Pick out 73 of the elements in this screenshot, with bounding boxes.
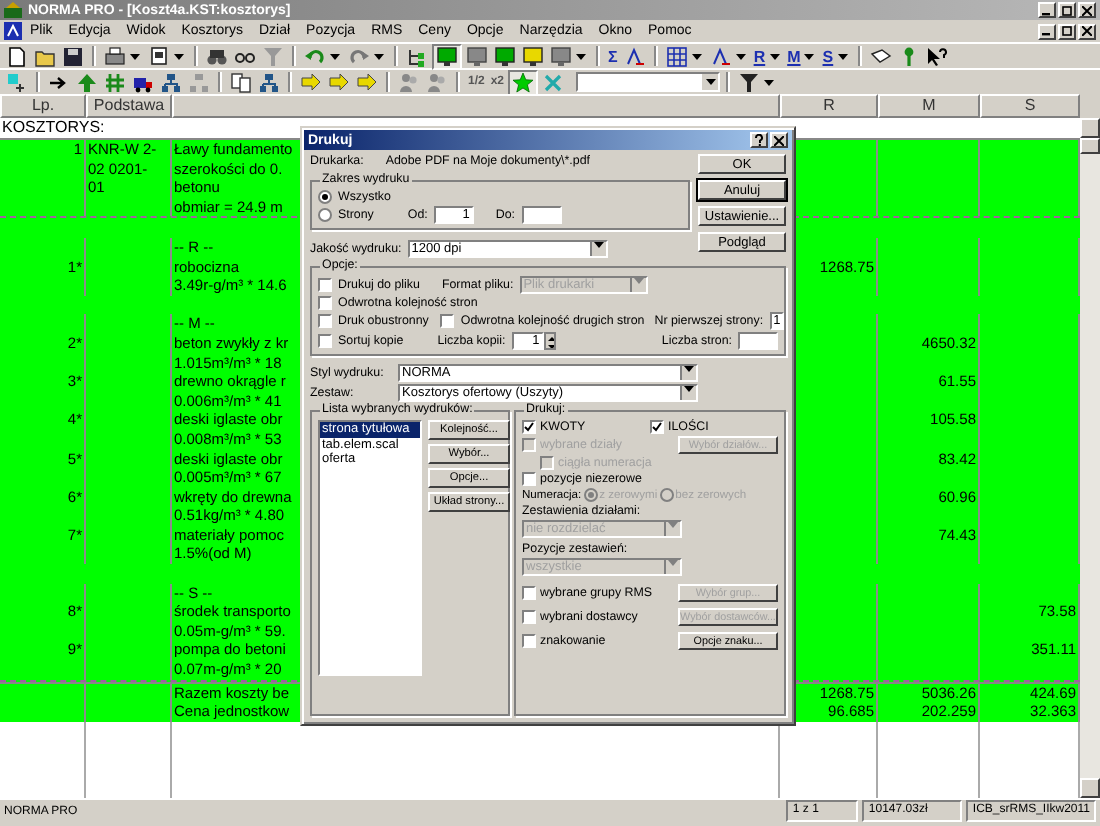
dropdown-arrow-icon[interactable] (330, 53, 340, 59)
save-icon[interactable] (62, 45, 84, 67)
document-icon[interactable] (4, 22, 22, 40)
dropdown-arrow-icon[interactable] (769, 53, 780, 59)
to-field[interactable] (521, 206, 562, 224)
column-header[interactable]: M (878, 94, 980, 118)
dropdown-arrow-icon[interactable] (374, 53, 384, 59)
binoculars-icon[interactable] (206, 45, 228, 67)
dropdown-arrow-icon[interactable] (576, 53, 586, 59)
add-item-icon[interactable] (6, 71, 28, 93)
minimize-button[interactable] (1038, 23, 1056, 39)
restore-icon (1062, 5, 1072, 15)
checkbox[interactable] (318, 314, 332, 328)
preview-icon[interactable] (148, 45, 170, 67)
checkbox[interactable] (318, 334, 332, 348)
network-icon[interactable] (160, 71, 182, 93)
checkbox[interactable] (522, 610, 536, 624)
checkbox[interactable] (522, 586, 536, 600)
arrow-icon[interactable] (328, 71, 350, 93)
close-button[interactable] (770, 132, 788, 148)
dropdown-arrow-icon[interactable] (764, 79, 775, 85)
monitor-icon[interactable] (522, 45, 544, 67)
radio-button[interactable] (318, 208, 332, 222)
pages-field[interactable] (738, 332, 778, 350)
help-button[interactable] (750, 132, 768, 148)
checkbox[interactable] (522, 420, 536, 434)
grid-icon[interactable] (665, 45, 688, 67)
minimize-button[interactable] (1038, 2, 1056, 18)
copy-icon[interactable] (230, 71, 252, 93)
checkbox[interactable] (318, 296, 332, 310)
arrow-icon[interactable] (300, 71, 322, 93)
star-icon[interactable] (512, 71, 535, 93)
dropdown-arrow-icon[interactable] (684, 366, 694, 372)
checkbox[interactable] (318, 278, 332, 292)
m-button[interactable]: M (787, 47, 801, 65)
close-button[interactable] (1078, 2, 1096, 18)
r-button[interactable]: R (753, 47, 766, 65)
dropdown-arrow-icon[interactable] (804, 53, 815, 59)
arrow-icon[interactable] (48, 71, 70, 93)
column-header[interactable]: S (980, 94, 1080, 118)
checkbox[interactable] (522, 472, 536, 486)
monitor-icon[interactable] (436, 45, 458, 67)
scrollbar[interactable] (1080, 118, 1100, 798)
checkbox[interactable] (440, 314, 455, 328)
sum-button[interactable]: Σ (608, 47, 618, 65)
section-title: KOSZTORYS: (2, 118, 105, 136)
dropdown-arrow-icon[interactable] (837, 53, 848, 59)
monitor-icon[interactable] (550, 45, 572, 67)
dropdown-arrow-icon[interactable] (684, 386, 694, 392)
arrow-icon[interactable] (356, 71, 378, 93)
printer-icon[interactable] (104, 45, 126, 67)
checkbox[interactable] (650, 420, 664, 434)
dropdown-arrow-icon[interactable] (593, 242, 604, 248)
toolbar-combo-field[interactable] (576, 72, 721, 92)
dropdown-arrow-icon[interactable] (735, 53, 746, 59)
column-header[interactable]: R (780, 94, 878, 118)
help-cursor-icon[interactable] (925, 45, 948, 67)
column-header[interactable]: Podstawa (86, 94, 172, 118)
monitor-icon[interactable] (494, 45, 516, 67)
radio-button[interactable] (318, 190, 332, 204)
folder-icon[interactable] (34, 45, 56, 67)
dropdown-arrow-icon[interactable] (130, 53, 140, 59)
checkbox[interactable] (522, 634, 536, 648)
app-icon (4, 2, 22, 18)
new-file-icon[interactable] (6, 45, 28, 67)
restore-icon (1062, 26, 1072, 36)
dropdown-arrow-icon[interactable] (174, 53, 184, 59)
dropdown-arrow-icon[interactable] (691, 53, 702, 59)
monitor-icon[interactable] (466, 45, 488, 67)
column-header[interactable]: Lp. (0, 94, 86, 118)
network-icon[interactable] (258, 71, 280, 93)
close-button[interactable] (1078, 23, 1096, 39)
s-button[interactable]: S (822, 47, 834, 65)
